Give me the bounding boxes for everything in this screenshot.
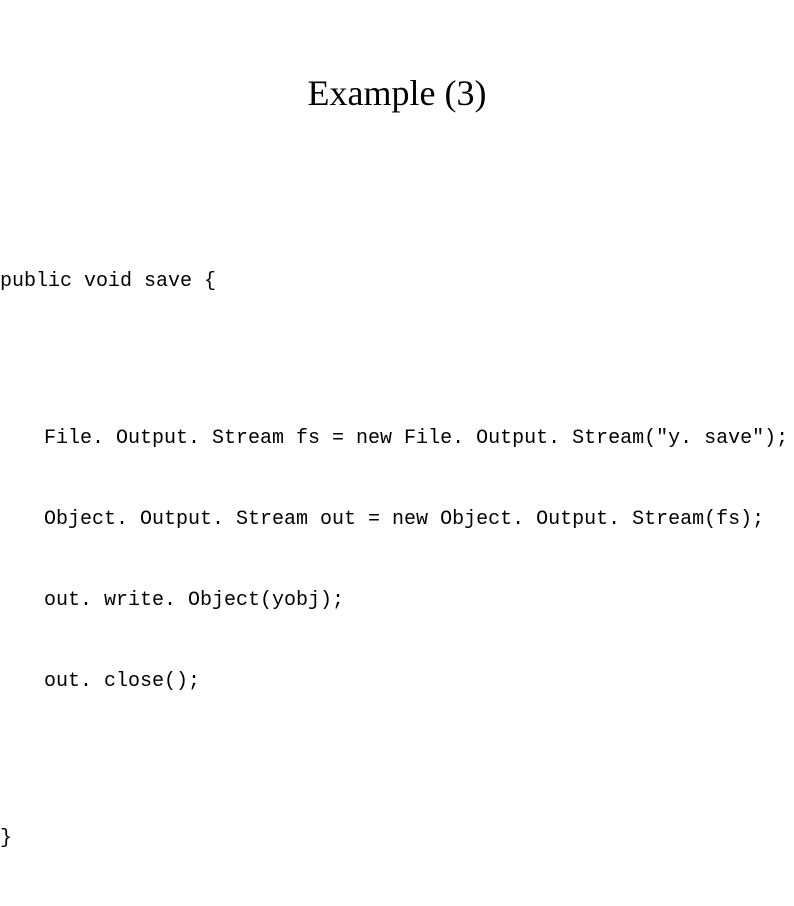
slide: Example (3) public void save { File. Out… [0, 0, 794, 595]
method-close-brace: } [0, 825, 794, 852]
code-line: out. close(); [44, 668, 794, 695]
code-line: Object. Output. Stream out = new Object.… [44, 506, 794, 533]
code-line: out. write. Object(yobj); [44, 587, 794, 614]
method-body: File. Output. Stream fs = new File. Outp… [0, 371, 794, 749]
method-signature: public void save { [0, 268, 794, 295]
code-block: public void save { File. Output. Stream … [0, 214, 794, 906]
code-line: File. Output. Stream fs = new File. Outp… [44, 425, 794, 452]
slide-title: Example (3) [0, 72, 794, 114]
